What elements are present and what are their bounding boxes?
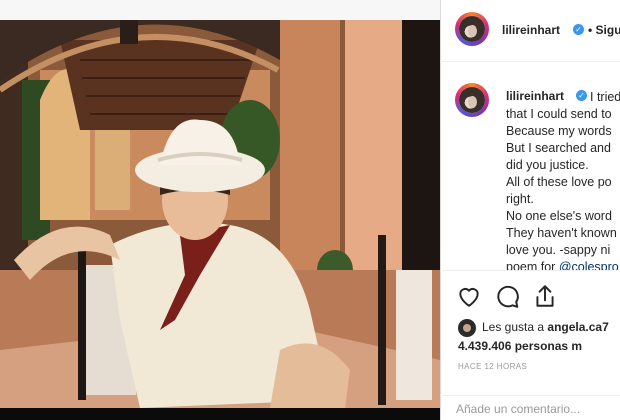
caption-line: They haven't known <box>506 226 617 240</box>
left-chair <box>78 240 86 400</box>
author-username[interactable]: lilireinhart <box>502 23 560 37</box>
caption-line: No one else's word <box>506 209 612 223</box>
likes-summary: Les gusta a angela.ca7 <box>458 319 609 337</box>
caption-line: did you justice. <box>506 158 589 172</box>
caption-line: right. <box>506 192 534 206</box>
follow-label: Sigu <box>595 23 620 37</box>
share-icon[interactable] <box>532 283 558 309</box>
post-actions: Les gusta a angela.ca7 4.439.406 persona… <box>440 270 620 400</box>
caption-line: Because my words <box>506 124 612 138</box>
caption-area: lilireinhart ✓ I tried that I could send… <box>440 63 620 270</box>
verified-badge-icon: ✓ <box>573 24 584 35</box>
caption-line: love you. -sappy ni <box>506 243 611 257</box>
liker-avatar[interactable] <box>458 319 476 337</box>
author-avatar-image <box>459 16 485 42</box>
caption-avatar-image <box>459 87 485 113</box>
caption-author-avatar[interactable] <box>455 83 489 117</box>
heart-icon[interactable] <box>456 283 482 309</box>
caption-mention-link[interactable]: @colespro <box>559 260 619 270</box>
post-header: lilireinhart ✓ • Sigu <box>440 0 620 62</box>
liker-username[interactable]: angela.ca7 <box>547 320 608 334</box>
post-side-panel: lilireinhart ✓ • Sigu lilireinhart ✓ I t… <box>440 0 620 420</box>
caption-text: I tried that I could send to Because my … <box>506 89 620 270</box>
caption-line: I tried <box>590 90 620 104</box>
post-timestamp[interactable]: HACE 12 HORAS <box>458 362 527 371</box>
follow-button[interactable]: • Sigu <box>588 23 620 37</box>
photo-bottom-band <box>0 408 440 420</box>
likes-count[interactable]: 4.439.406 personas m <box>458 339 582 353</box>
caption-line-text: poem for <box>506 260 559 270</box>
caption-line: All of these love po <box>506 175 612 189</box>
hanging-lamp <box>120 20 138 44</box>
caption-line: that I could send to <box>506 107 612 121</box>
comment-input[interactable] <box>456 401 620 417</box>
comment-box <box>440 395 620 420</box>
right-chair <box>378 235 386 405</box>
post-photo[interactable] <box>0 0 440 420</box>
photo-illustration <box>0 20 440 408</box>
likes-prefix: Les gusta a <box>482 320 548 335</box>
speech-bubble-icon[interactable] <box>494 283 520 309</box>
caption-line: But I searched and <box>506 141 611 155</box>
photo-top-band <box>0 0 440 20</box>
follow-separator: • <box>588 23 593 37</box>
author-avatar[interactable] <box>455 12 489 46</box>
caption-line-last: poem for @colespro <box>506 259 620 270</box>
